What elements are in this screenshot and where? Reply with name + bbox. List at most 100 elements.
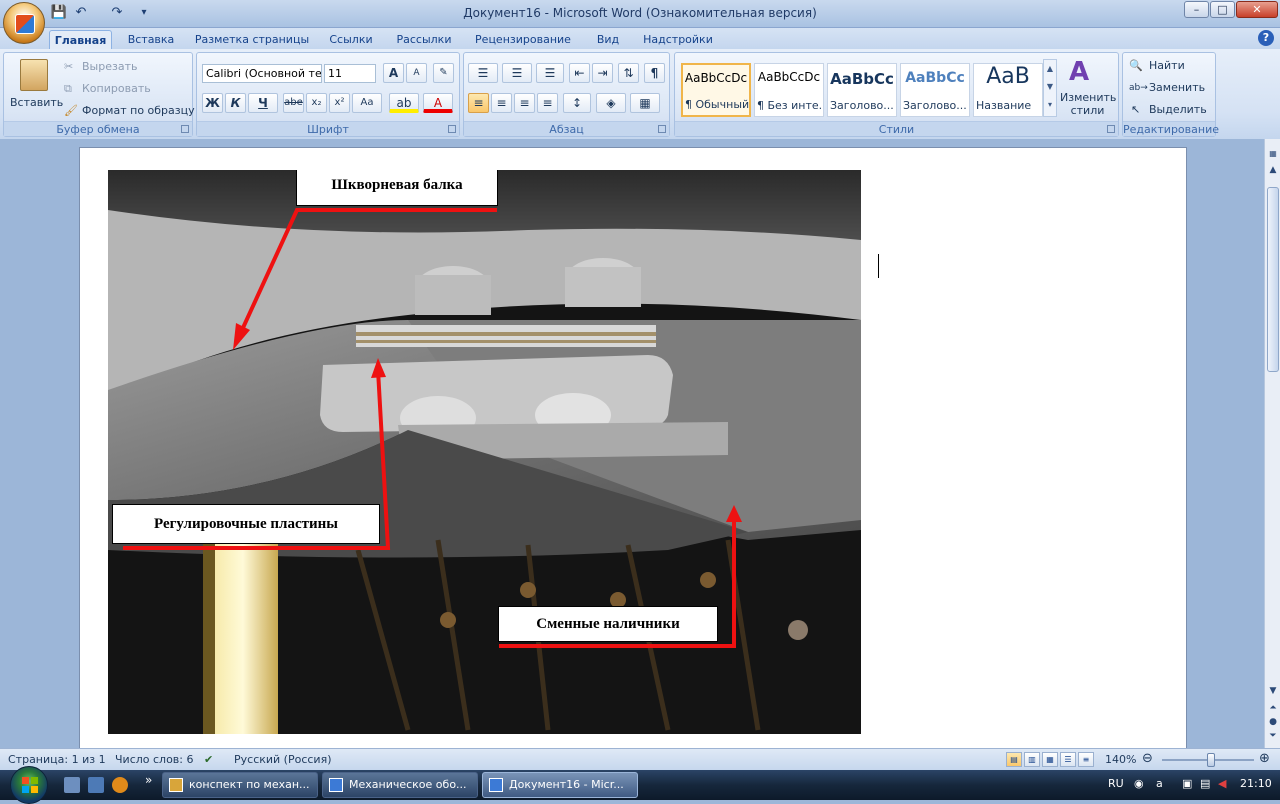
tab-view[interactable]: Вид xyxy=(590,30,626,49)
format-painter-button[interactable]: Формат по образцу xyxy=(82,103,195,119)
help-tray-icon[interactable]: ◉ xyxy=(1134,777,1144,790)
style-heading2[interactable]: AaBbCc Заголово... xyxy=(900,63,970,117)
browse-object-icon[interactable]: ● xyxy=(1266,715,1280,729)
zoom-in-icon[interactable]: ⊕ xyxy=(1259,751,1270,766)
zoom-slider-thumb[interactable] xyxy=(1207,753,1215,767)
start-button[interactable] xyxy=(10,766,48,804)
decrease-indent-icon[interactable]: ⇤ xyxy=(569,63,590,83)
scroll-down-icon[interactable]: ▼ xyxy=(1266,684,1280,698)
find-button[interactable]: Найти xyxy=(1149,58,1185,74)
styles-scroll-icon[interactable]: ▲ ▼ ▾ xyxy=(1043,59,1057,117)
page-count[interactable]: Страница: 1 из 1 xyxy=(8,753,106,766)
scroll-up-icon[interactable]: ▲ xyxy=(1266,163,1280,177)
font-size-select[interactable]: 11 xyxy=(324,64,376,83)
prev-page-icon[interactable]: ⏶ xyxy=(1266,701,1280,715)
tab-home[interactable]: Главная xyxy=(49,30,112,49)
web-layout-icon[interactable]: ▦ xyxy=(1042,752,1058,767)
highlight-icon[interactable]: ab xyxy=(389,93,419,113)
zoom-out-icon[interactable]: ⊖ xyxy=(1142,751,1153,766)
taskbar-item-mechanical[interactable]: Механическое обо... xyxy=(322,772,478,798)
superscript-button[interactable]: x² xyxy=(329,93,350,113)
tab-addins[interactable]: Надстройки xyxy=(636,30,720,49)
copy-button[interactable]: Копировать xyxy=(82,81,151,97)
close-button[interactable]: ✕ xyxy=(1236,1,1278,18)
style-title[interactable]: AaB Название xyxy=(973,63,1043,117)
help-icon[interactable]: ? xyxy=(1258,30,1274,46)
maximize-button[interactable]: □ xyxy=(1210,1,1235,18)
numbering-icon[interactable]: ☰ xyxy=(502,63,532,83)
italic-button[interactable]: К xyxy=(225,93,246,113)
callout-liners: Сменные наличники xyxy=(498,606,718,642)
align-left-icon[interactable]: ≡ xyxy=(468,93,489,113)
shading-icon[interactable]: ◈ xyxy=(596,93,626,113)
show-marks-button[interactable]: ¶ xyxy=(644,63,665,83)
show-desktop-icon[interactable] xyxy=(64,777,80,793)
safely-remove-tray-icon[interactable]: ▤ xyxy=(1200,777,1210,790)
zoom-level[interactable]: 140% xyxy=(1105,753,1136,766)
bullets-icon[interactable]: ☰ xyxy=(468,63,498,83)
font-family-select[interactable]: Calibri (Основной текст) xyxy=(202,64,322,83)
office-button[interactable] xyxy=(3,2,45,44)
document-page[interactable]: Шкворневая балка Регулировочные пластины… xyxy=(79,147,1187,757)
quick-launch-chevron-icon[interactable]: » xyxy=(145,773,152,787)
shrink-font-button[interactable]: A xyxy=(406,63,427,83)
full-screen-reading-icon[interactable]: ▥ xyxy=(1024,752,1040,767)
paragraph-launcher-icon[interactable] xyxy=(658,125,666,133)
align-center-icon[interactable]: ≡ xyxy=(491,93,512,113)
a-tray-icon[interactable]: a xyxy=(1156,777,1163,790)
ruler-toggle-icon[interactable]: ▦ xyxy=(1266,147,1280,161)
media-player-icon[interactable] xyxy=(112,777,128,793)
minimize-button[interactable]: – xyxy=(1184,1,1209,18)
grow-font-button[interactable]: A xyxy=(383,63,404,83)
tab-references[interactable]: Ссылки xyxy=(322,30,380,49)
clipboard-launcher-icon[interactable] xyxy=(181,125,189,133)
select-button[interactable]: Выделить xyxy=(1149,102,1207,118)
switch-windows-icon[interactable] xyxy=(88,777,104,793)
replace-button[interactable]: Заменить xyxy=(1149,80,1205,96)
tab-insert[interactable]: Вставка xyxy=(120,30,182,49)
style-normal[interactable]: AaBbCcDc ¶ Обычный xyxy=(681,63,751,117)
draft-icon[interactable]: ≡ xyxy=(1078,752,1094,767)
clear-format-icon[interactable]: ✎ xyxy=(433,63,454,83)
proofing-icon[interactable]: ✔ xyxy=(204,753,213,766)
increase-indent-icon[interactable]: ⇥ xyxy=(592,63,613,83)
document-photo[interactable]: Шкворневая балка Регулировочные пластины… xyxy=(108,170,861,734)
sort-icon[interactable]: ⇅ xyxy=(618,63,639,83)
change-styles-button[interactable]: Изменить стили xyxy=(1060,91,1116,117)
clock[interactable]: 21:10 xyxy=(1240,777,1272,790)
styles-launcher-icon[interactable] xyxy=(1107,125,1115,133)
style-no-spacing[interactable]: AaBbCcDc ¶ Без инте... xyxy=(754,63,824,117)
language-indicator[interactable]: Русский (Россия) xyxy=(234,753,332,766)
next-page-icon[interactable]: ⏷ xyxy=(1266,729,1280,743)
font-color-icon[interactable]: A xyxy=(423,93,453,113)
vertical-scrollbar[interactable]: ▦ ▲ ▼ ⏶ ● ⏷ xyxy=(1264,139,1280,748)
bold-button[interactable]: Ж xyxy=(202,93,223,113)
font-launcher-icon[interactable] xyxy=(448,125,456,133)
taskbar-item-notes[interactable]: конспект по механ... xyxy=(162,772,318,798)
justify-icon[interactable]: ≡ xyxy=(537,93,558,113)
tab-page-layout[interactable]: Разметка страницы xyxy=(190,30,314,49)
print-layout-icon[interactable]: ▤ xyxy=(1006,752,1022,767)
style-heading1[interactable]: AaBbCc Заголово... xyxy=(827,63,897,117)
tab-mailings[interactable]: Рассылки xyxy=(390,30,458,49)
subscript-button[interactable]: x₂ xyxy=(306,93,327,113)
word-count[interactable]: Число слов: 6 xyxy=(115,753,194,766)
borders-icon[interactable]: ▦ xyxy=(630,93,660,113)
callout-beam: Шкворневая балка xyxy=(296,170,498,206)
underline-button[interactable]: Ч xyxy=(248,93,278,113)
tab-review[interactable]: Рецензирование xyxy=(468,30,578,49)
paste-button[interactable]: Вставить xyxy=(10,95,63,111)
taskbar-item-document16[interactable]: Документ16 - Micr... xyxy=(482,772,638,798)
cut-button[interactable]: Вырезать xyxy=(82,59,137,75)
multilevel-icon[interactable]: ☰ xyxy=(536,63,564,83)
align-right-icon[interactable]: ≡ xyxy=(514,93,535,113)
outline-icon[interactable]: ☰ xyxy=(1060,752,1076,767)
change-case-button[interactable]: Aa xyxy=(352,93,382,113)
strikethrough-button[interactable]: abe xyxy=(283,93,304,113)
network-tray-icon[interactable]: ▣ xyxy=(1182,777,1192,790)
paste-icon[interactable] xyxy=(20,59,48,91)
volume-muted-tray-icon[interactable]: ◀ xyxy=(1218,777,1226,790)
line-spacing-icon[interactable]: ↕ xyxy=(563,93,591,113)
scroll-thumb[interactable] xyxy=(1267,187,1279,372)
language-bar[interactable]: RU xyxy=(1108,777,1124,790)
